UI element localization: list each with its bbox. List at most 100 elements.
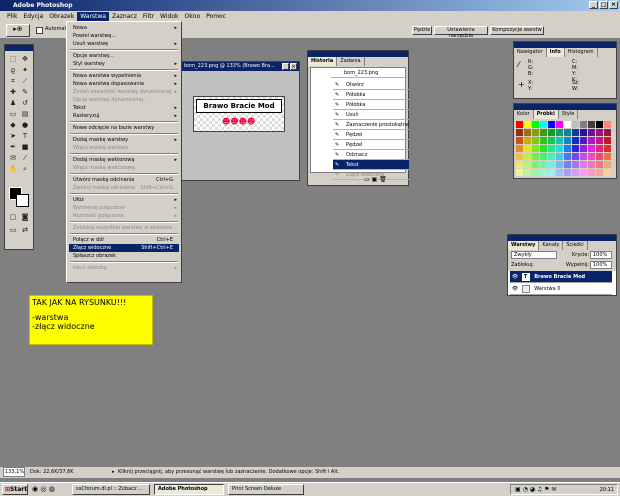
- task-printscreen[interactable]: Print Screen Deluxe: [228, 484, 304, 495]
- color-swatch[interactable]: [532, 169, 539, 176]
- canvas-image[interactable]: Brawo Bracie Mod ☻☻☻☻: [193, 96, 285, 132]
- color-swatch[interactable]: [548, 153, 555, 160]
- color-swatch[interactable]: [572, 129, 579, 136]
- color-swatch[interactable]: [564, 145, 571, 152]
- color-swatch[interactable]: [556, 137, 563, 144]
- color-swatch[interactable]: [532, 129, 539, 136]
- menu-item[interactable]: Tekst ▸: [69, 104, 179, 112]
- color-swatch[interactable]: [564, 121, 571, 128]
- menu-item[interactable]: Spłaszcz obrazek: [69, 252, 179, 260]
- menu-image[interactable]: Obrazek: [46, 12, 77, 22]
- color-swatch[interactable]: [532, 121, 539, 128]
- color-swatch[interactable]: [540, 145, 547, 152]
- color-swatch[interactable]: [524, 137, 531, 144]
- start-button[interactable]: ⊞Start: [2, 484, 28, 495]
- move-tool-icon[interactable]: ✥: [20, 55, 30, 64]
- history-step[interactable]: ✎ Półobka: [333, 90, 409, 100]
- color-swatch[interactable]: [572, 145, 579, 152]
- color-swatch[interactable]: [572, 121, 579, 128]
- menu-item[interactable]: Powiel warstwę...: [69, 32, 179, 40]
- color-swatch[interactable]: [588, 169, 595, 176]
- arrow-icon[interactable]: ▸: [112, 467, 115, 478]
- doc-minimize-button[interactable]: _: [282, 63, 289, 70]
- clone-stamp-icon[interactable]: ♟: [8, 99, 18, 108]
- color-swatch[interactable]: [604, 169, 611, 176]
- type-tool-icon[interactable]: T: [20, 132, 30, 141]
- menu-item[interactable]: Nowe odcięcie na bazie warstwy: [69, 124, 179, 132]
- color-swatch[interactable]: [532, 161, 539, 168]
- fill-input[interactable]: 100%: [590, 261, 612, 269]
- color-swatch[interactable]: [580, 169, 587, 176]
- color-swatch[interactable]: [604, 161, 611, 168]
- color-swatch[interactable]: [516, 121, 523, 128]
- color-swatch[interactable]: [556, 121, 563, 128]
- menu-edit[interactable]: Edycja: [20, 12, 46, 22]
- minimize-button[interactable]: _: [589, 1, 598, 9]
- brush-tool-icon[interactable]: ✎: [20, 88, 30, 97]
- menu-select[interactable]: Zaznacz: [109, 12, 140, 22]
- color-swatch[interactable]: [524, 121, 531, 128]
- color-swatch[interactable]: [540, 129, 547, 136]
- move-tool-preset[interactable]: ▸⊕: [6, 24, 30, 37]
- color-swatch[interactable]: [540, 137, 547, 144]
- menu-item[interactable]: Opcje warstwy...: [69, 52, 179, 60]
- color-swatch[interactable]: [580, 121, 587, 128]
- shape-tool-icon[interactable]: ■: [20, 143, 30, 152]
- history-step[interactable]: ✎ Pędzel: [333, 140, 409, 150]
- tab-channels[interactable]: Kanały: [539, 241, 564, 250]
- tool-presets-palette-button[interactable]: Ustawienia narzędzia: [434, 26, 488, 39]
- color-swatch[interactable]: [564, 169, 571, 176]
- doc-close-button[interactable]: ×: [290, 63, 297, 70]
- history-step[interactable]: ✎ Usuń: [333, 110, 409, 120]
- close-button[interactable]: ×: [609, 1, 618, 9]
- layer-comps-palette-button[interactable]: Kompozycje warstw: [490, 26, 544, 35]
- color-swatch[interactable]: [580, 129, 587, 136]
- color-swatch[interactable]: [540, 161, 547, 168]
- color-swatch[interactable]: [548, 129, 555, 136]
- auto-select-checkbox[interactable]: [36, 27, 43, 34]
- menu-item[interactable]: Złącz widoczne Shift+Ctrl+E: [69, 244, 179, 252]
- history-step[interactable]: ✎ Półobka: [333, 100, 409, 110]
- color-swatch[interactable]: [580, 153, 587, 160]
- color-swatch[interactable]: [524, 161, 531, 168]
- menu-item[interactable]: Nowa warstwa wypełnienia ▸: [69, 72, 179, 80]
- color-swatch[interactable]: [588, 153, 595, 160]
- tab-navigator[interactable]: Nawigator: [514, 48, 547, 57]
- menu-filter[interactable]: Filtr: [140, 12, 157, 22]
- color-swatch[interactable]: [556, 161, 563, 168]
- color-swatch[interactable]: [556, 129, 563, 136]
- menu-help[interactable]: Pomoc: [203, 12, 229, 22]
- screen-mode-icon[interactable]: ▭: [8, 226, 18, 235]
- color-swatch[interactable]: [548, 137, 555, 144]
- crop-tool-icon[interactable]: ⌗: [8, 77, 18, 86]
- color-swatch[interactable]: [524, 129, 531, 136]
- menu-item[interactable]: Nowa warstwa dopasowania ▸: [69, 80, 179, 88]
- color-swatch[interactable]: [604, 153, 611, 160]
- menu-item[interactable]: Połącz w dół Ctrl+E: [69, 236, 179, 244]
- color-swatch[interactable]: [516, 129, 523, 136]
- menu-item[interactable]: Styl warstwy ▸: [69, 60, 179, 68]
- color-swatch[interactable]: [516, 161, 523, 168]
- gradient-tool-icon[interactable]: ▤: [20, 110, 30, 119]
- pen-tool-icon[interactable]: ✒: [8, 143, 18, 152]
- color-swatch[interactable]: [532, 137, 539, 144]
- tab-actions[interactable]: Zadania: [337, 57, 365, 66]
- color-swatch[interactable]: [540, 121, 547, 128]
- color-swatch[interactable]: [548, 169, 555, 176]
- color-swatch[interactable]: [572, 161, 579, 168]
- color-swatch[interactable]: [604, 137, 611, 144]
- tray-icons[interactable]: ▣ ◔ ◕ ♫ ⚑ ✉: [515, 486, 556, 493]
- background-color-swatch[interactable]: [16, 194, 29, 207]
- tab-swatches[interactable]: Próbki: [533, 110, 559, 119]
- color-swatch[interactable]: [588, 145, 595, 152]
- color-swatch[interactable]: [588, 161, 595, 168]
- color-swatch[interactable]: [556, 145, 563, 152]
- menu-item[interactable]: Utwórz maskę odcinania Ctrl+G: [69, 176, 179, 184]
- tab-history[interactable]: Historia: [308, 57, 338, 66]
- color-swatch[interactable]: [564, 129, 571, 136]
- color-swatch[interactable]: [516, 137, 523, 144]
- task-photoshop[interactable]: Adobe Photoshop: [154, 484, 224, 495]
- color-swatch[interactable]: [588, 137, 595, 144]
- history-brush-icon[interactable]: ↺: [20, 99, 30, 108]
- color-swatch[interactable]: [556, 169, 563, 176]
